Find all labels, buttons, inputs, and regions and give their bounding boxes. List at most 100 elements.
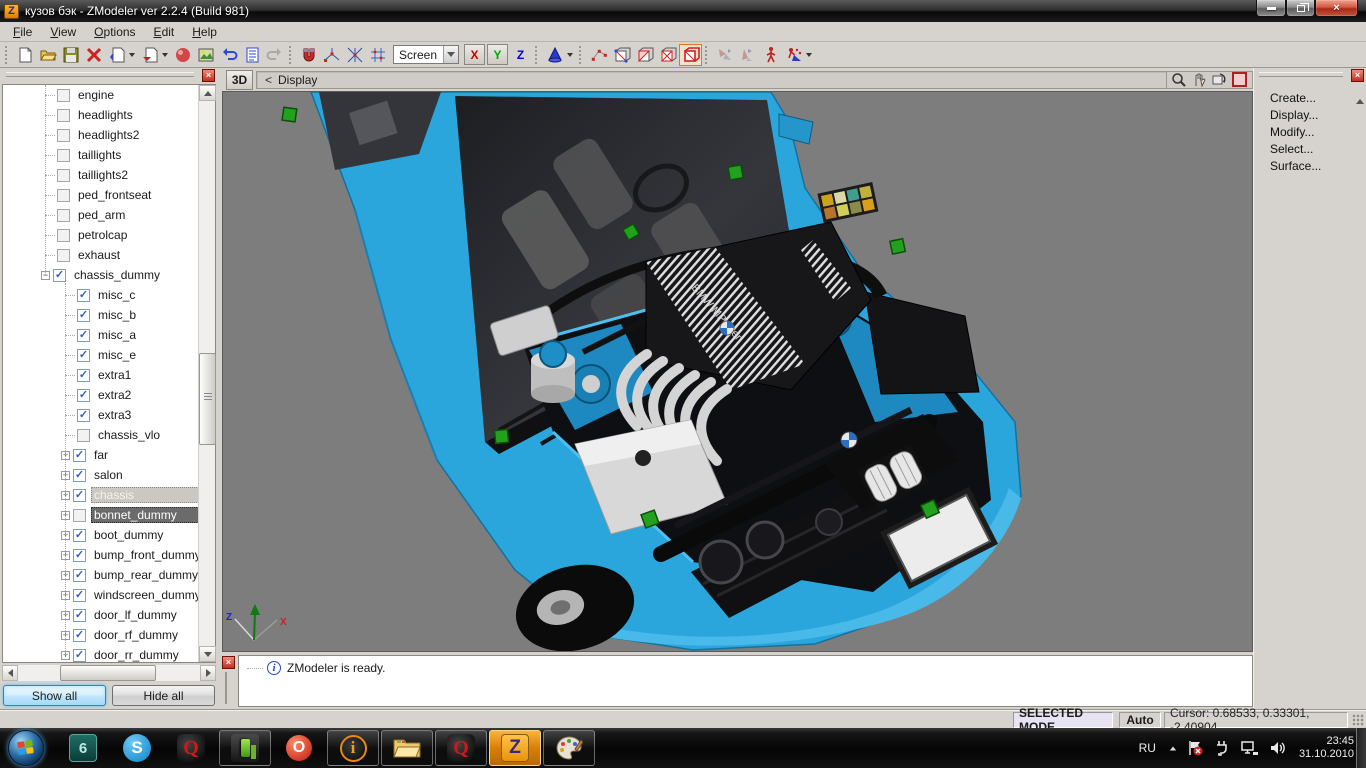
panel-grip[interactable] [6, 72, 194, 77]
tree-item-windscreen_dummy[interactable]: +✓windscreen_dummy [3, 585, 199, 605]
face-level-icon[interactable] [633, 44, 656, 66]
visibility-checkbox[interactable] [57, 229, 70, 242]
edge-level-icon[interactable] [610, 44, 633, 66]
visibility-checkbox[interactable]: ✓ [77, 369, 90, 382]
command-item-select[interactable]: Select... [1270, 141, 1366, 158]
taskbar-app-paint[interactable] [543, 730, 595, 766]
close-button[interactable]: × [1315, 0, 1358, 17]
taskbar-app-six[interactable]: 6 [57, 730, 109, 766]
snap-grid-icon[interactable] [366, 44, 389, 66]
tree-item-far[interactable]: +✓far [3, 445, 199, 465]
scroll-down-icon[interactable] [199, 646, 216, 662]
tree-item-taillights2[interactable]: taillights2 [3, 165, 199, 185]
visibility-checkbox[interactable]: ✓ [77, 409, 90, 422]
tree-item-door_rr_dummy[interactable]: +✓door_rr_dummy [3, 645, 199, 662]
scroll-up-icon[interactable] [1356, 85, 1364, 99]
tree-item-petrolcap[interactable]: petrolcap [3, 225, 199, 245]
command-item-display[interactable]: Display... [1270, 107, 1366, 124]
tree-item-extra1[interactable]: ✓extra1 [3, 365, 199, 385]
language-indicator[interactable]: RU [1135, 739, 1160, 757]
bone-tools-dropdown-icon[interactable] [806, 53, 812, 57]
weld-vertices-icon[interactable] [343, 44, 366, 66]
toolbar-grip[interactable] [5, 46, 8, 64]
tree-item-taillights[interactable]: taillights [3, 145, 199, 165]
tree-item-misc_c[interactable]: ✓misc_c [3, 285, 199, 305]
tree-item-headlights[interactable]: headlights [3, 105, 199, 125]
tree-item-bump_rear_dummy[interactable]: +✓bump_rear_dummy [3, 565, 199, 585]
menu-help[interactable]: Help [183, 23, 226, 41]
gizmo-dropdown-icon[interactable] [567, 53, 573, 57]
object-level-icon[interactable] [679, 44, 702, 66]
texture-browser-icon[interactable] [194, 44, 217, 66]
redo-icon[interactable] [263, 44, 286, 66]
start-button[interactable] [8, 730, 44, 766]
scrollbar-thumb[interactable] [199, 353, 216, 445]
screen-select[interactable]: Screen [393, 45, 459, 64]
axis-z-button[interactable]: Z [510, 44, 531, 65]
status-auto[interactable]: Auto [1119, 712, 1161, 728]
visibility-checkbox[interactable]: ✓ [77, 289, 90, 302]
show-all-button[interactable]: Show all [3, 685, 106, 706]
tree-item-door_rf_dummy[interactable]: +✓door_rf_dummy [3, 625, 199, 645]
menu-view[interactable]: View [41, 23, 85, 41]
tree-item-misc_a[interactable]: ✓misc_a [3, 325, 199, 345]
visibility-checkbox[interactable]: ✓ [73, 589, 86, 602]
action-center-flag-icon[interactable] [1186, 739, 1204, 757]
command-item-surface[interactable]: Surface... [1270, 158, 1366, 175]
visibility-checkbox[interactable]: ✓ [73, 529, 86, 542]
visibility-checkbox[interactable] [57, 89, 70, 102]
toolbar-grip[interactable] [289, 46, 292, 64]
pan-hand-icon[interactable] [1189, 72, 1209, 88]
panel-grip[interactable] [1259, 72, 1343, 77]
visibility-checkbox[interactable] [77, 429, 90, 442]
menu-edit[interactable]: Edit [145, 23, 184, 41]
taskbar-app-qip[interactable]: Q [165, 730, 217, 766]
zoom-icon[interactable] [1169, 72, 1189, 88]
tray-clock[interactable]: 23:45 31.10.2010 [1299, 735, 1354, 761]
scrollbar-thumb[interactable] [60, 665, 156, 681]
skeleton-icon[interactable] [759, 44, 782, 66]
visibility-checkbox[interactable]: ✓ [73, 649, 86, 662]
tree-panel-close-icon[interactable]: × [202, 69, 215, 82]
toolbar-grip[interactable] [535, 46, 538, 64]
network-icon[interactable] [1240, 739, 1259, 757]
maximize-viewport-icon[interactable] [1232, 72, 1247, 87]
visibility-checkbox[interactable] [57, 189, 70, 202]
viewport-3d[interactable]: BMW MPower [222, 91, 1253, 652]
taskbar-app-messenger[interactable] [219, 730, 271, 766]
taskbar-app-zmodeler[interactable]: Z [489, 730, 541, 766]
taskbar-app-opera[interactable]: O [273, 730, 325, 766]
menu-file[interactable]: File [4, 23, 41, 41]
axis-y-button[interactable]: Y [487, 44, 508, 65]
minimize-button[interactable] [1256, 0, 1286, 17]
tree-item-salon[interactable]: +✓salon [3, 465, 199, 485]
view-breadcrumb-bar[interactable]: < Display [256, 71, 1166, 89]
log-panel-close-icon[interactable]: × [222, 656, 235, 669]
screen-select-arrow[interactable] [443, 46, 458, 63]
visibility-checkbox[interactable]: ✓ [73, 609, 86, 622]
resize-grip[interactable] [1352, 714, 1364, 726]
visibility-checkbox[interactable]: ✓ [73, 629, 86, 642]
taskbar-app-explorer[interactable] [381, 730, 433, 766]
restore-button[interactable] [1286, 0, 1315, 17]
power-plug-icon[interactable] [1213, 739, 1231, 757]
hidden-icons-chevron[interactable] [1170, 746, 1176, 750]
visibility-checkbox[interactable]: ✓ [77, 329, 90, 342]
panel-grip[interactable] [225, 672, 229, 704]
visibility-checkbox[interactable]: ✓ [73, 469, 86, 482]
visibility-checkbox[interactable]: ✓ [53, 269, 66, 282]
command-item-modify[interactable]: Modify... [1270, 124, 1366, 141]
visibility-checkbox[interactable]: ✓ [73, 489, 86, 502]
tree-item-headlights2[interactable]: headlights2 [3, 125, 199, 145]
tree-item-extra3[interactable]: ✓extra3 [3, 405, 199, 425]
tree-item-misc_b[interactable]: ✓misc_b [3, 305, 199, 325]
dummy-helper-icon[interactable] [736, 44, 759, 66]
tree-item-extra2[interactable]: ✓extra2 [3, 385, 199, 405]
visibility-checkbox[interactable] [57, 109, 70, 122]
save-icon[interactable] [59, 44, 82, 66]
import-icon[interactable] [105, 44, 128, 66]
ik-chain-icon[interactable] [713, 44, 736, 66]
export-icon[interactable] [138, 44, 161, 66]
visibility-checkbox[interactable]: ✓ [73, 569, 86, 582]
vertex-level-icon[interactable] [587, 44, 610, 66]
